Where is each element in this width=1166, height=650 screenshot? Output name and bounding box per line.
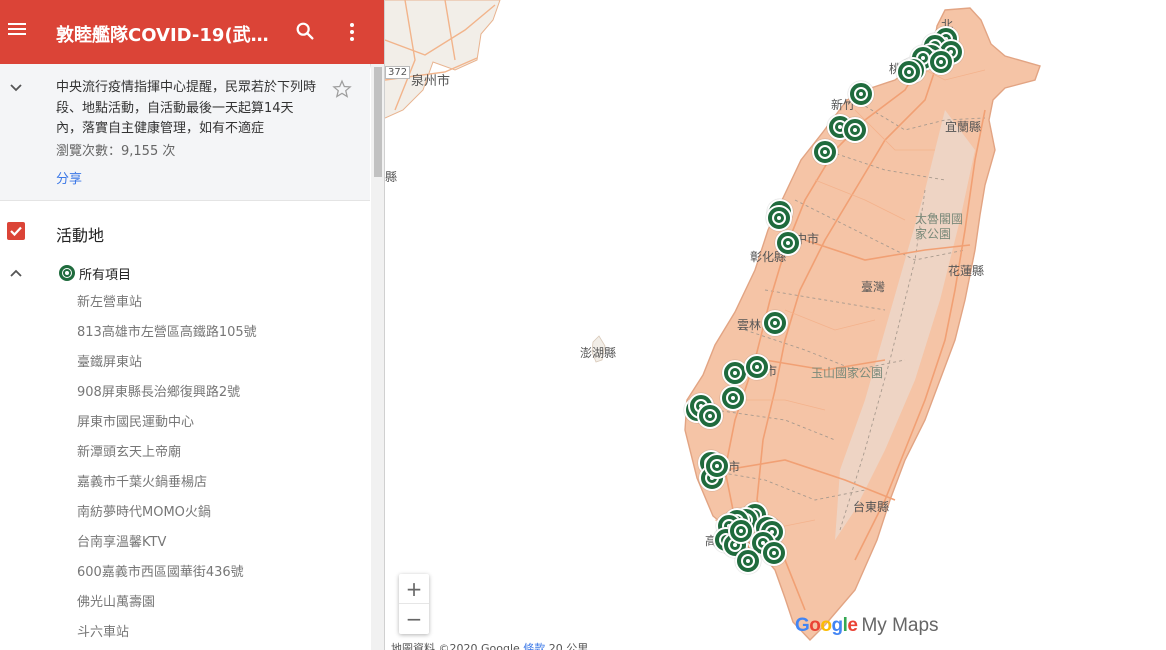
label-yunlin: 雲林 (737, 318, 762, 332)
label-yilan: 宜蘭縣 (945, 120, 982, 134)
list-item[interactable]: 南紡夢時代MOMO火鍋 (0, 498, 370, 528)
my-maps-wordmark: My Maps (861, 615, 939, 636)
map-marker[interactable] (848, 81, 874, 107)
view-count: 瀏覽次數：9,155 次 (56, 144, 176, 159)
map-marker[interactable] (842, 117, 868, 143)
star-icon[interactable] (332, 79, 352, 99)
map-title: 敦睦艦隊COVID-19(武… (56, 25, 269, 46)
google-my-maps-logo: Google My Maps (795, 614, 939, 637)
zoom-in-button[interactable]: + (399, 574, 429, 604)
label-taiwan: 臺灣 (861, 280, 886, 294)
list-item[interactable]: 佛光山萬壽園 (0, 588, 370, 618)
list-item[interactable]: 600嘉義市西區國華街436號 (0, 558, 370, 588)
map-marker[interactable] (744, 354, 770, 380)
map-marker[interactable] (720, 385, 746, 411)
layer-title: 活動地 (56, 226, 105, 245)
list-item[interactable]: 台南享溫馨KTV (0, 528, 370, 558)
terms-link[interactable]: 條款 (523, 642, 545, 650)
road-shield: 372 (385, 66, 411, 79)
label-county-left: 縣 (385, 170, 398, 184)
google-wordmark: Google (795, 615, 858, 636)
panel-scrollbar[interactable] (371, 64, 384, 650)
map-description: 中央流行疫情指揮中心提醒，民眾若於下列時段、地點活動，自活動最後一天起算14天內… (56, 80, 317, 136)
map-marker[interactable] (928, 49, 954, 75)
side-panel: 敦睦艦隊COVID-19(武… 中央流行疫情指揮中心提醒，民眾若於下列時段、地點… (0, 0, 385, 650)
list-item[interactable]: 908屏東縣長治鄉復興路2號 (0, 378, 370, 408)
share-link[interactable]: 分享 (56, 168, 82, 187)
map-info-section: 中央流行疫情指揮中心提醒，民眾若於下列時段、地點活動，自活動最後一天起算14天內… (0, 64, 370, 201)
label-yushan: 玉山國家公園 (811, 366, 884, 380)
list-item[interactable]: 嘉義市千葉火鍋垂楊店 (0, 468, 370, 498)
map-marker[interactable] (762, 310, 788, 336)
label-quanzhou: 泉州市 (411, 74, 451, 89)
list-item[interactable]: 新左營車站 (0, 288, 370, 318)
map-marker[interactable] (766, 205, 792, 231)
layer-checkbox[interactable] (7, 222, 25, 240)
map-marker[interactable] (704, 453, 730, 479)
chevron-up-icon[interactable] (8, 265, 24, 281)
list-item[interactable]: 屏東市國民運動中心 (0, 408, 370, 438)
attribution: 地圖資料 ©2020 Google 條款 20 公里 (391, 640, 588, 650)
label-taroko: 太魯閣國家公園 (915, 212, 964, 241)
group-label: 所有項目 (79, 268, 132, 283)
style-group: 所有項目 (0, 260, 370, 286)
map-marker[interactable] (697, 403, 723, 429)
layer-header: 活動地 (0, 212, 370, 252)
search-icon[interactable] (294, 20, 318, 44)
header-bar: 敦睦艦隊COVID-19(武… (0, 0, 384, 64)
map-marker[interactable] (896, 59, 922, 85)
map-marker[interactable] (735, 548, 761, 574)
map-marker[interactable] (775, 230, 801, 256)
list-item[interactable]: 813高雄市左營區高鐵路105號 (0, 318, 370, 348)
more-options-icon[interactable] (342, 20, 362, 44)
zoom-control: + − (399, 574, 429, 634)
map-marker[interactable] (761, 540, 787, 566)
chevron-down-icon[interactable] (8, 80, 24, 96)
place-list: 新左營車站 813高雄市左營區高鐵路105號 臺鐵屏東站 908屏東縣長治鄉復興路2號… (0, 288, 370, 648)
map-data-credit: 地圖資料 ©2020 Google (391, 642, 520, 650)
zoom-out-button[interactable]: − (399, 604, 429, 634)
marker-style-icon (59, 265, 75, 281)
list-item[interactable]: 斗六車站 (0, 618, 370, 648)
map-canvas[interactable]: 北 桃 新竹 宜蘭縣 太魯閣國家公園 中市 彰化縣 花蓮縣 臺灣 雲林 澎湖縣 … (385, 0, 1166, 650)
label-taitung: 台東縣 (853, 500, 890, 514)
list-item[interactable]: 新潭頭玄天上帝廟 (0, 438, 370, 468)
app-root: 敦睦艦隊COVID-19(武… 中央流行疫情指揮中心提醒，民眾若於下列時段、地點… (0, 0, 1166, 650)
label-penghu: 澎湖縣 (580, 346, 617, 360)
map-marker[interactable] (812, 139, 838, 165)
label-hualien: 花蓮縣 (948, 264, 985, 278)
scrollbar-thumb[interactable] (374, 67, 382, 177)
list-item[interactable]: 臺鐵屏東站 (0, 348, 370, 378)
menu-icon[interactable] (5, 20, 29, 44)
scale-label: 20 公里 (548, 642, 589, 650)
